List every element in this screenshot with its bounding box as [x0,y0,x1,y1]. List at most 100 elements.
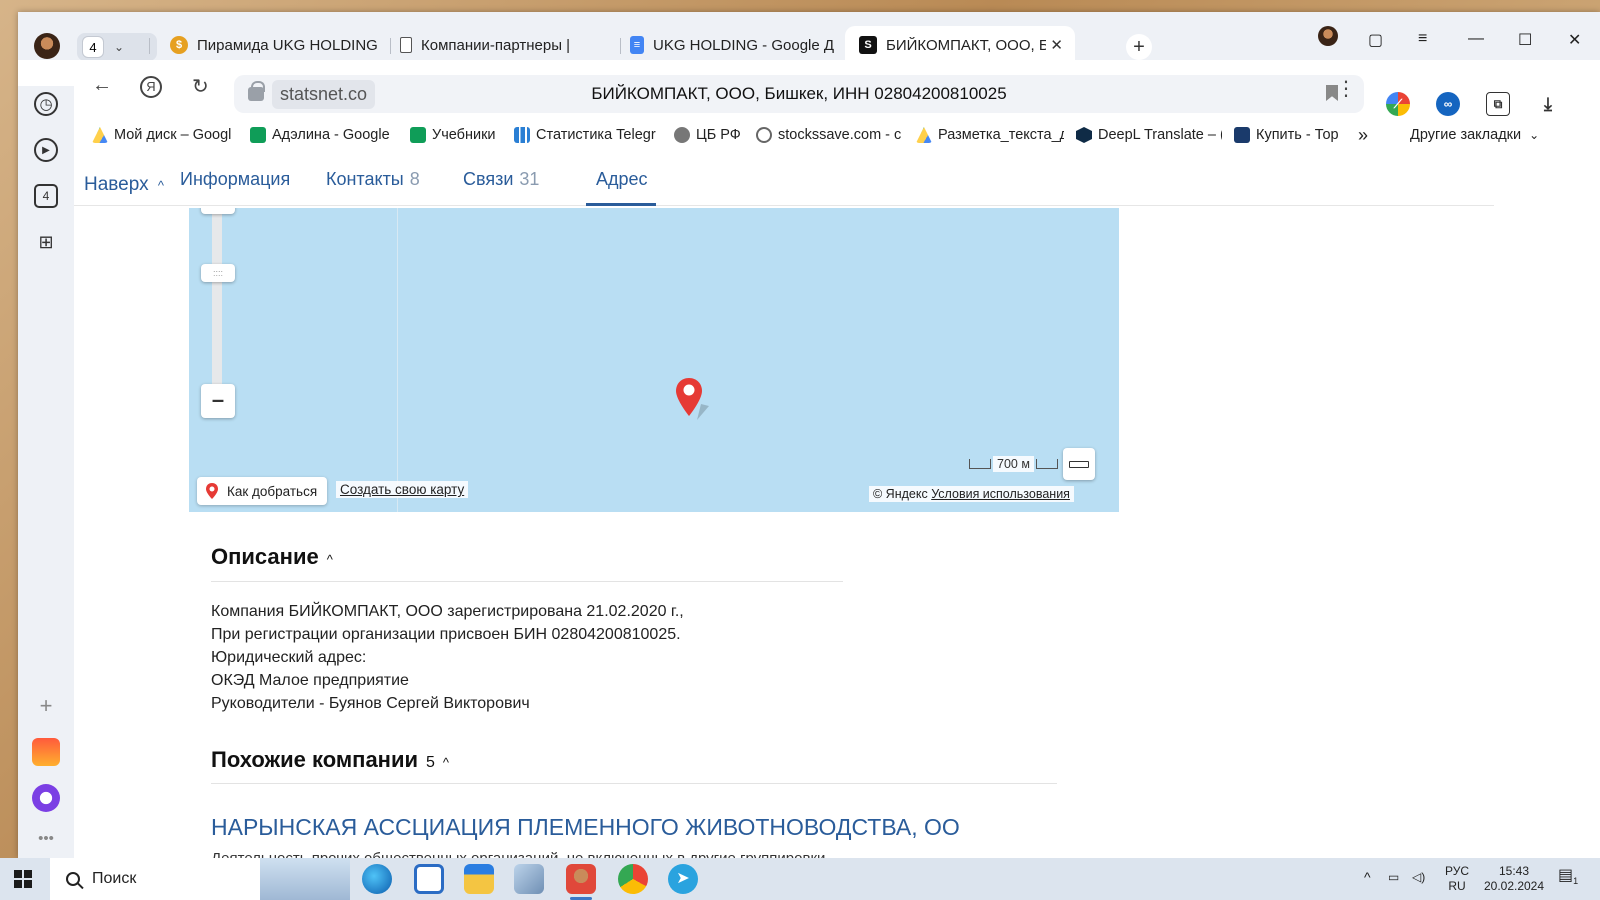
bookmark-label: ЦБ РФ [696,127,741,143]
clock-time: 15:43 [1498,864,1530,878]
bookmarks-overflow-button[interactable]: » [1358,120,1378,150]
bookmark-item[interactable]: Адэлина - Google [250,120,392,150]
user-avatar-icon[interactable] [1318,26,1338,46]
bookmark-item[interactable]: Разметка_текста_д [916,120,1064,150]
globe-icon [756,127,772,143]
nav-tab-info[interactable]: Информация [180,169,290,190]
chrome-icon[interactable] [618,864,648,894]
bookmark-item[interactable]: Статистика Telegr [514,120,660,150]
active-tab-indicator [586,203,656,206]
description-line: Юридический адрес: [211,649,367,666]
tab-separator [149,38,150,54]
nav-tab-address[interactable]: Адрес [596,169,648,190]
description-heading[interactable]: Описание ^ [211,544,333,570]
bookmark-item[interactable]: DeepL Translate – ( [1076,120,1222,150]
zoom-out-button[interactable]: – [201,384,235,418]
map-pin-icon[interactable] [675,376,715,422]
similar-count: 5 [426,754,435,771]
terms-of-use-link[interactable]: Условия использования [931,487,1070,501]
bookmark-item[interactable]: stockssave.com - c [756,120,902,150]
zoom-slider-handle[interactable]: :::: [201,264,235,282]
tab-title: Компании-партнеры | [421,36,571,54]
language-indicator[interactable]: РУС RU [1440,864,1474,894]
notepad-icon[interactable] [414,864,444,894]
nav-tab-label: Адрес [596,169,648,189]
more-horizontal-icon[interactable]: ••• [34,826,58,850]
extensions-icon[interactable]: ⧉ [1486,92,1510,116]
network-icon[interactable]: ▭ [1388,870,1399,885]
extension-compass-icon[interactable]: ⟋ [1386,92,1410,116]
deepl-icon [1076,127,1092,143]
directions-button[interactable]: Как добраться [197,477,328,505]
windows-start-icon[interactable] [14,870,32,888]
scale-bar-right [1035,459,1058,469]
company-description: Деятельность прочих общественных организ… [211,850,825,858]
tab-group-button[interactable]: 4 ⌄ [77,33,157,61]
other-bookmarks-button[interactable]: Другие закладки ⌄ [1410,120,1560,150]
edge-icon[interactable] [362,864,392,894]
apps-grid-icon[interactable]: ⊞ [34,230,58,254]
tab-title: Пирамида UKG HOLDING [197,36,378,54]
tab-kompanii[interactable]: Компании-партнеры | [386,26,618,64]
tab-google-docs[interactable]: ≡ UKG HOLDING - Google Д [616,26,846,64]
bookmark-item[interactable]: ЦБ РФ [674,120,744,150]
bookmark-item[interactable]: Мой диск – Googl [92,120,234,150]
menu-icon[interactable]: ≡ [1418,30,1427,48]
nav-tab-label: Контакты [326,169,404,189]
tab-title: UKG HOLDING - Google Д [653,36,835,54]
tabs-count-icon[interactable]: 4 [34,184,58,208]
close-window-icon[interactable]: ✕ [1568,30,1581,50]
ruler-icon [1069,460,1089,468]
directions-label: Как добраться [227,483,318,499]
tab-statsnet-active[interactable]: S БИЙКОМПАКТ, ООО, Б ✕ [845,26,1075,64]
ruler-button[interactable] [1063,448,1095,480]
nav-tab-count: 8 [409,169,420,189]
bookmark-item[interactable]: Купить - Тор [1234,120,1344,150]
profile-avatar[interactable] [34,33,60,59]
maximize-icon[interactable]: ☐ [1518,30,1532,50]
similar-companies-heading[interactable]: Похожие компании 5 ^ [211,747,449,773]
zoom-in-button[interactable] [201,208,235,214]
new-tab-button[interactable]: + [1126,34,1152,60]
scroll-up-link[interactable]: Наверх ^ [84,174,164,196]
omnibox[interactable]: statsnet.co БИЙКОМПАКТ, ООО, Бишкек, ИНН… [234,75,1364,113]
reload-icon[interactable]: ↻ [192,74,209,99]
zoom-slider-track[interactable] [212,208,222,398]
clock[interactable]: 15:43 20.02.2024 [1478,864,1550,894]
create-map-link[interactable]: Создать свою карту [336,481,469,498]
google-drive-icon [92,127,108,143]
extension-infinity-icon[interactable]: ∞ [1436,92,1460,116]
close-tab-icon[interactable]: ✕ [1050,36,1063,54]
nav-tab-contacts[interactable]: Контакты 8 [326,169,420,190]
volume-icon[interactable]: ◁) [1412,870,1425,885]
back-icon[interactable]: ← [92,74,112,97]
nav-tab-count: 31 [519,169,540,189]
notifications-icon[interactable]: ▤1 [1558,867,1578,889]
nav-tab-links[interactable]: Связи 31 [463,169,539,190]
photos-icon[interactable] [514,864,544,894]
mail-icon[interactable] [32,738,60,766]
play-icon[interactable]: ▶ [34,138,58,162]
yandex-map[interactable]: :::: – Как добраться Создать свою карту … [189,208,1119,512]
more-vertical-icon[interactable]: ⋮ [1336,76,1356,101]
file-explorer-icon[interactable] [464,864,494,894]
add-panel-icon[interactable]: + [34,693,58,718]
bookmark-label: Адэлина - Google [272,127,390,143]
download-icon[interactable]: ⤓ [1536,92,1560,116]
yandex-icon[interactable]: Я [140,76,162,98]
alice-assistant-icon[interactable] [32,784,60,812]
minimize-icon[interactable]: — [1468,30,1484,48]
company-link[interactable]: НАРЫНСКАЯ АССЦИАЦИЯ ПЛЕМЕННОГО ЖИВОТНОВО… [211,814,960,841]
telegram-icon[interactable]: ➤ [668,864,698,894]
bookmark-label: Учебники [432,127,496,143]
tab-piramida[interactable]: $ Пирамида UKG HOLDING [156,26,386,64]
bookmark-item[interactable]: Учебники [410,120,510,150]
chevron-up-icon: ^ [442,755,450,770]
collections-icon[interactable]: ▢ [1368,30,1383,50]
history-icon[interactable]: ◷ [34,92,58,116]
yandex-browser-icon[interactable] [566,864,596,900]
section-nav: Наверх ^ Информация Контакты 8 Связи 31 Ад… [74,152,1494,206]
taskbar-search[interactable]: Поиск [50,858,350,900]
bookmark-label: Статистика Telegr [536,127,656,143]
chevron-up-icon[interactable]: ^ [1364,870,1371,885]
